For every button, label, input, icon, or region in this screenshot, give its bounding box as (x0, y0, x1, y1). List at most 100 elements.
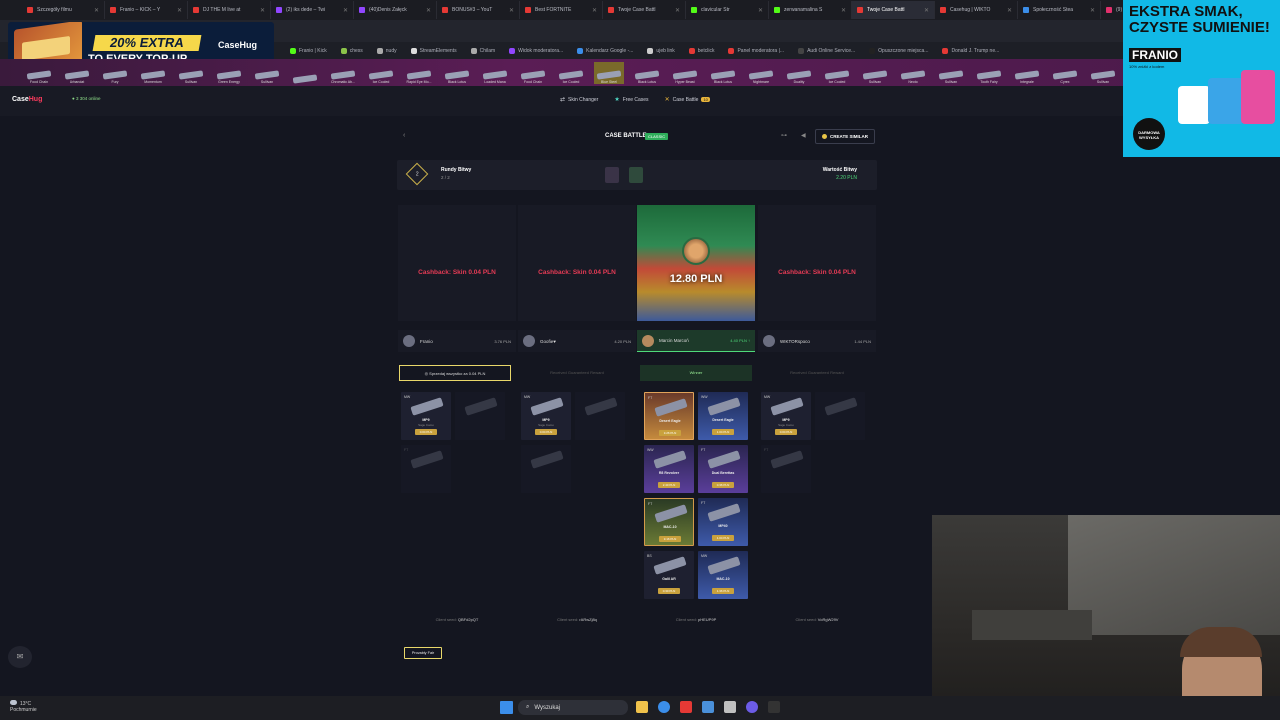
ticker-item[interactable]: Blue Steel (594, 61, 624, 84)
bookmark-item[interactable]: betclick (688, 47, 714, 54)
ticker-item[interactable]: Black Lotus (442, 62, 472, 84)
nav-case-battle[interactable]: ✕ Case Battle 10 (665, 96, 710, 103)
app-icon[interactable] (768, 701, 780, 713)
browser-tab[interactable]: Twoje Case Battl ✕ (852, 1, 935, 19)
ticker-item[interactable]: Sullivan (860, 62, 890, 84)
bookmark-item[interactable]: Opuszczone miejsca... (869, 47, 928, 54)
case-thumbnail[interactable] (605, 167, 619, 183)
create-similar-button[interactable]: CREATE SIMILAR (815, 129, 875, 144)
ticker-item[interactable]: Black Lotus (632, 62, 662, 84)
nav-free-cases[interactable]: ★ Free Cases (614, 96, 648, 104)
bookmark-item[interactable]: ujeb link (647, 47, 675, 54)
ticker-item[interactable]: Neoto (898, 62, 928, 84)
link-icon[interactable]: ⊶ (781, 132, 787, 139)
chrome-icon[interactable] (658, 701, 670, 713)
ticker-item[interactable]: Sullivan (176, 62, 206, 84)
close-icon[interactable]: ✕ (1090, 7, 1095, 14)
ticker-item[interactable]: Food Chain (518, 62, 548, 84)
discord-icon[interactable] (746, 701, 758, 713)
ticker-item[interactable]: Rapid Eye Mo... (404, 62, 434, 84)
sound-icon[interactable]: ◀ (801, 132, 806, 139)
ticker-item[interactable]: Urbandat (62, 62, 92, 84)
won-item-card[interactable]: FT Dual Berettas 0.36 PLN (698, 445, 748, 493)
ticker-item[interactable]: Black Lotus (708, 62, 738, 84)
won-item-card[interactable]: MW MP9 Sage Camo 0.04 PLN (521, 392, 571, 440)
won-item-card[interactable] (575, 392, 625, 440)
close-icon[interactable]: ✕ (509, 7, 514, 14)
ticker-item[interactable]: Ice Cooled (556, 62, 586, 84)
browser-tab[interactable]: Szczegóły filmu ✕ (22, 1, 105, 19)
case-thumbnail[interactable] (629, 167, 643, 183)
browser-tab[interactable]: Społeczność Stea ✕ (1018, 1, 1101, 19)
close-icon[interactable]: ✕ (841, 7, 846, 14)
won-item-card[interactable]: FT (761, 445, 811, 493)
ticker-item[interactable]: Nightmare (746, 62, 776, 84)
chat-icon[interactable]: ✉ (8, 646, 32, 668)
player-row[interactable]: Franio 3.76 PLN (398, 330, 516, 352)
won-item-card[interactable]: FT MAC-10 3.16 PLN (644, 498, 694, 546)
won-item-card[interactable] (455, 392, 505, 440)
won-item-card[interactable]: BS Galil AR 0.30 PLN (644, 551, 694, 599)
ticker-item[interactable]: Green Energy (214, 62, 244, 84)
won-item-card[interactable]: FT (401, 445, 451, 493)
bookmark-item[interactable]: StreamElements (410, 47, 457, 54)
browser-tab[interactable]: clavicular Str ✕ (686, 1, 769, 19)
won-item-card[interactable] (521, 445, 571, 493)
close-icon[interactable]: ✕ (675, 7, 680, 14)
provably-fair-button[interactable]: Provably Fair (404, 647, 442, 659)
close-icon[interactable]: ✕ (1007, 7, 1012, 14)
close-icon[interactable]: ✕ (94, 7, 99, 14)
ticker-item[interactable]: Ice Cooled (822, 62, 852, 84)
bookmark-item[interactable]: Audi Online Service... (798, 47, 855, 54)
player-row[interactable]: Goofie♥ 4.20 PLN (518, 330, 636, 352)
ticker-item[interactable]: Hyper Beast (670, 62, 700, 84)
browser-tab[interactable]: (40)Denis Załęck ✕ (354, 1, 437, 19)
ticker-item[interactable]: Ice Cooled (366, 62, 396, 84)
won-item-card[interactable]: WW Desert Eagle 1.04 PLN (698, 392, 748, 440)
browser-tab[interactable]: Franio – KICK – Y ✕ (105, 1, 188, 19)
ticker-item[interactable]: Loaded Mana (480, 62, 510, 84)
bookmark-item[interactable]: Widok moderatora... (509, 47, 563, 54)
bookmark-item[interactable]: chess (340, 47, 363, 54)
won-item-card[interactable]: FT Desert Eagle 3.26 PLN (644, 392, 694, 440)
won-item-card[interactable]: WW R8 Revolver 2.40 PLN (644, 445, 694, 493)
ticker-item[interactable]: Sullivan (252, 62, 282, 84)
browser-tab[interactable]: BONUS#3 – YouT ✕ (437, 1, 520, 19)
ticker-item[interactable]: Momentum (138, 62, 168, 84)
bookmark-item[interactable]: nudy (376, 47, 397, 54)
ticker-item[interactable]: Sullivan (1088, 62, 1118, 84)
browser-tab[interactable]: DJ THE M live at ✕ (188, 1, 271, 19)
ticker-item[interactable]: Sullivan (936, 62, 966, 84)
nav-skin-changer[interactable]: ⇄ Skin Changer (560, 96, 598, 104)
bookmark-item[interactable]: Franio | Kick (290, 47, 327, 54)
app-icon[interactable] (724, 701, 736, 713)
close-icon[interactable]: ✕ (758, 7, 763, 14)
player-row[interactable]: WIKTORspoco 1.44 PLN (758, 330, 876, 352)
ticker-item[interactable]: Fury (100, 62, 130, 84)
won-item-card[interactable]: MW MP9 Sage Camo 0.04 PLN (401, 392, 451, 440)
ticker-item[interactable]: Duality (784, 62, 814, 84)
weather-widget[interactable]: 13°C Pochmurnie (10, 700, 37, 713)
ticker-item[interactable]: Integrale (1012, 62, 1042, 84)
file-explorer-icon[interactable] (636, 701, 648, 713)
browser-tab[interactable]: Best FORTNITE ✕ (520, 1, 603, 19)
taskbar-search[interactable]: ⌕ Wyszukaj (518, 700, 628, 715)
app-icon[interactable] (702, 701, 714, 713)
start-button[interactable] (500, 701, 513, 714)
bookmark-item[interactable]: Chilam (470, 47, 495, 54)
sell-all-button[interactable]: ◎ Sprzedaj wszystko za 0.04 PLN (399, 365, 511, 381)
ticker-item[interactable]: Tooth Fairy (974, 62, 1004, 84)
won-item-card[interactable]: FT MP40 1.04 PLN (698, 498, 748, 546)
browser-tab[interactable]: (2) iks dede – Twi ✕ (271, 1, 354, 19)
browser-tab[interactable]: zerwanamalina S ✕ (769, 1, 852, 19)
close-icon[interactable]: ✕ (260, 7, 265, 14)
won-item-card[interactable]: MW MP9 Sage Camo 0.04 PLN (761, 392, 811, 440)
won-item-card[interactable]: MW MAC-10 1.36 PLN (698, 551, 748, 599)
bookmark-item[interactable]: Donald J. Trump ne... (942, 47, 999, 54)
browser-tab[interactable]: Twoje Case Battl ✕ (603, 1, 686, 19)
close-icon[interactable]: ✕ (924, 7, 929, 14)
back-arrow-icon[interactable]: ‹ (403, 132, 405, 139)
close-icon[interactable]: ✕ (177, 7, 182, 14)
ticker-item[interactable]: Chromatic Ab... (328, 62, 358, 84)
player-row[interactable]: Marcin Marcoń 4.40 PLN ↑ (637, 330, 755, 352)
